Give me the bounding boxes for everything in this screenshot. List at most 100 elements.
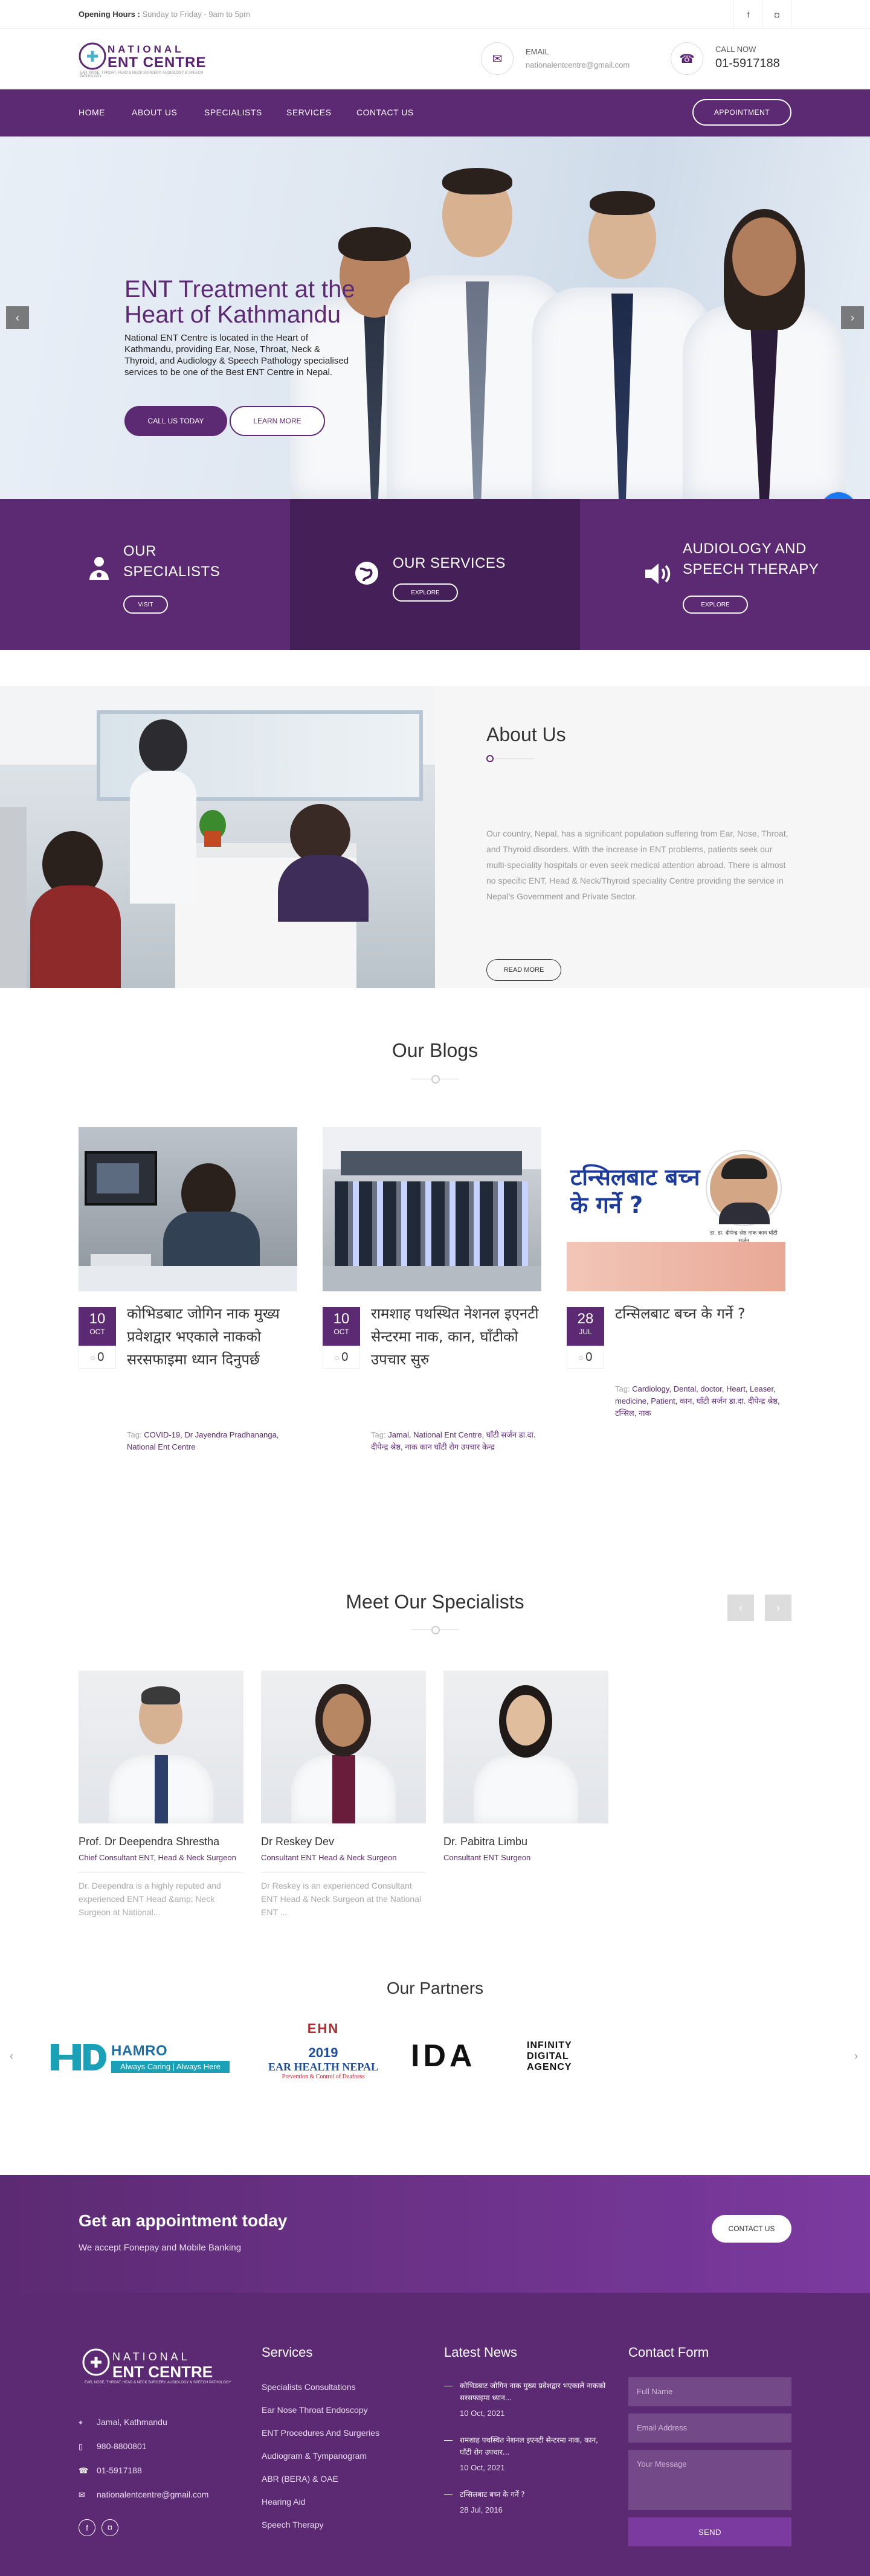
specialist-card[interactable]: Dr. Pabitra Limbu Consultant ENT Surgeon bbox=[443, 1671, 608, 1864]
about-photo bbox=[0, 686, 435, 988]
feature-title: OUR SERVICES bbox=[393, 555, 506, 571]
news-item[interactable]: रामशाह पथस्थित नेशनल इएनटी सेन्टरमा नाक,… bbox=[444, 2434, 607, 2472]
blog-date: 10 OCT bbox=[323, 1307, 360, 1346]
about-section: About Us Our country, Nepal, has a signi… bbox=[0, 686, 870, 988]
blog-image[interactable]: टन्सिलबाट बच्न के गर्ने ? डा. डा. दीपेन्… bbox=[567, 1127, 785, 1291]
hero-prev-arrow[interactable]: ‹ bbox=[6, 306, 29, 329]
footer-service-link[interactable]: Hearing Aid bbox=[262, 2497, 305, 2507]
nav-contact-us[interactable]: CONTACT US bbox=[356, 108, 414, 117]
comment-count: ◌ 0 bbox=[323, 1346, 360, 1369]
specialist-designation: Consultant ENT Head & Neck Surgeon bbox=[261, 1853, 397, 1862]
specialist-card[interactable]: Dr Reskey Dev Consultant ENT Head & Neck… bbox=[261, 1671, 426, 1919]
specialist-photo[interactable] bbox=[261, 1671, 426, 1823]
comment-icon: ◌ bbox=[90, 1352, 95, 1362]
opening-hours: Opening Hours : Sunday to Friday - 9am t… bbox=[79, 10, 250, 19]
blog-title[interactable]: रामशाह पथस्थित नेशनल इएनटी सेन्टरमा नाक,… bbox=[371, 1302, 540, 1371]
specialists-next-button[interactable]: › bbox=[765, 1595, 791, 1621]
footer-logo-icon[interactable] bbox=[82, 2348, 110, 2376]
brand-name[interactable]: ENT CENTRE bbox=[108, 54, 206, 71]
services-heading: Services bbox=[262, 2345, 313, 2360]
specialist-name[interactable]: Prof. Dr Deependra Shrestha bbox=[79, 1836, 243, 1848]
footer-service-link[interactable]: Specialists Consultations bbox=[262, 2382, 356, 2392]
news-item[interactable]: टन्सिलबाट बच्न के गर्ने ? 28 Jul, 2016 bbox=[444, 2488, 607, 2514]
specialists-section: Meet Our Specialists ‹ › Prof. Dr Deepen… bbox=[0, 1532, 870, 1979]
blog-title[interactable]: कोभिडबाट जोगिन नाक मुख्य प्रवेशद्वार भएक… bbox=[127, 1302, 296, 1371]
specialist-card[interactable]: Prof. Dr Deependra Shrestha Chief Consul… bbox=[79, 1671, 243, 1919]
footer-brand-top: NATIONAL bbox=[112, 2351, 190, 2363]
footer-brand-name: ENT CENTRE bbox=[112, 2363, 213, 2381]
appointment-title: Get an appointment today bbox=[79, 2211, 288, 2230]
blog-title[interactable]: टन्सिलबाट बच्न के गर्ने ? bbox=[615, 1302, 784, 1325]
blogs-title: Our Blogs bbox=[392, 1039, 478, 1061]
specialist-photo[interactable] bbox=[443, 1671, 608, 1823]
hero-title: ENT Treatment at the Heart of Kathmandu bbox=[124, 276, 355, 328]
email-address-input[interactable]: Email Address bbox=[628, 2414, 791, 2443]
footer-address: Jamal, Kathmandu bbox=[97, 2417, 167, 2427]
explore-button[interactable]: EXPLORE bbox=[683, 596, 748, 614]
contact-us-button[interactable]: CONTACT US bbox=[712, 2215, 791, 2243]
feature-title: OUR SPECIALISTS bbox=[123, 543, 221, 580]
footer-service-link[interactable]: Speech Therapy bbox=[262, 2520, 323, 2529]
footer-instagram-icon[interactable]: ◘ bbox=[102, 2519, 118, 2536]
blogs-section: Our Blogs 10 OCT ◌ 0 कोभिडबाट जोगिन नाक मु… bbox=[0, 988, 870, 1532]
blog-date: 28 JUL bbox=[567, 1307, 604, 1346]
learn-more-button[interactable]: LEARN MORE bbox=[230, 406, 325, 436]
visit-button[interactable]: VISIT bbox=[123, 596, 168, 614]
full-name-input[interactable]: Full Name bbox=[628, 2377, 791, 2406]
contact-form-heading: Contact Form bbox=[628, 2345, 709, 2360]
footer-brand-tagline: EAR, NOSE, THROAT, HEAD & NECK SURGERY, … bbox=[85, 2381, 231, 2385]
logo-icon[interactable] bbox=[79, 42, 106, 70]
doctor-figure bbox=[683, 185, 846, 499]
explore-button[interactable]: EXPLORE bbox=[393, 583, 458, 602]
send-button[interactable]: SEND bbox=[628, 2517, 791, 2546]
phone-icon: ☎ bbox=[79, 2466, 89, 2475]
feature-audiology[interactable]: AUDIOLOGY AND SPEECH THERAPY EXPLORE bbox=[580, 499, 870, 650]
specialist-photo[interactable] bbox=[79, 1671, 243, 1823]
comment-count: ◌ 0 bbox=[567, 1346, 604, 1369]
blog-tags: Tag: Cardiology, Dental, doctor, Heart, … bbox=[615, 1384, 780, 1418]
footer-service-link[interactable]: ENT Procedures And Surgeries bbox=[262, 2428, 379, 2438]
nav-home[interactable]: HOME bbox=[79, 108, 105, 117]
footer-service-link[interactable]: Audiogram & Tympanogram bbox=[262, 2451, 367, 2461]
partner-hamro-doctor-logo[interactable]: HAMRO DOCTOR Always Caring | Always Here bbox=[48, 2039, 230, 2076]
call-value[interactable]: 01-5917188 bbox=[715, 57, 780, 71]
appointment-button[interactable]: APPOINTMENT bbox=[692, 99, 791, 126]
blog-image[interactable] bbox=[79, 1127, 297, 1291]
footer-phone-2[interactable]: 01-5917188 bbox=[97, 2465, 142, 2475]
globe-icon bbox=[354, 560, 379, 586]
specialist-bio: Dr Reskey is an experienced Consultant E… bbox=[261, 1872, 426, 1919]
nav-services[interactable]: SERVICES bbox=[286, 108, 332, 117]
hero-next-arrow[interactable]: › bbox=[841, 306, 864, 329]
partner-ear-health-nepal-logo[interactable]: EHN 2019 EAR HEALTH NEPAL Prevention & C… bbox=[254, 2021, 393, 2093]
partner-infinity-digital-agency-logo[interactable]: IDA INFINITY DIGITAL AGENCY bbox=[411, 2039, 592, 2075]
footer-service-link[interactable]: ABR (BERA) & OAE bbox=[262, 2474, 338, 2484]
feature-services[interactable]: OUR SERVICES EXPLORE bbox=[290, 499, 580, 650]
partners-next-arrow[interactable]: › bbox=[854, 2050, 858, 2063]
specialists-prev-button[interactable]: ‹ bbox=[727, 1595, 754, 1621]
call-us-button[interactable]: CALL US TODAY bbox=[124, 406, 227, 436]
footer-email[interactable]: nationalentcentre@gmail.com bbox=[97, 2490, 208, 2499]
partners-prev-arrow[interactable]: ‹ bbox=[10, 2050, 13, 2063]
message-textarea[interactable]: Your Message bbox=[628, 2450, 791, 2510]
about-text: Our country, Nepal, has a significant po… bbox=[486, 829, 788, 901]
footer-service-link[interactable]: Ear Nose Throat Endoscopy bbox=[262, 2405, 368, 2415]
instagram-icon[interactable]: ◘ bbox=[762, 0, 791, 29]
footer-phone-1[interactable]: 980-8800801 bbox=[97, 2441, 147, 2451]
nav-about-us[interactable]: ABOUT US bbox=[132, 108, 177, 117]
read-more-button[interactable]: READ MORE bbox=[486, 959, 561, 981]
nav-specialists[interactable]: SPECIALISTS bbox=[204, 108, 262, 117]
feature-title: AUDIOLOGY AND SPEECH THERAPY bbox=[683, 541, 819, 577]
facebook-icon[interactable]: f bbox=[733, 0, 762, 29]
hero-slider: ENT Treatment at the Heart of Kathmandu … bbox=[0, 137, 870, 499]
feature-specialists[interactable]: OUR SPECIALISTS VISIT bbox=[0, 499, 290, 650]
specialist-name[interactable]: Dr Reskey Dev bbox=[261, 1836, 426, 1848]
news-item[interactable]: कोभिडबाट जोगिन नाक मुख्य प्रवेशद्वार भएक… bbox=[444, 2380, 607, 2418]
doctors-icon bbox=[86, 554, 112, 581]
main-nav: HOME ABOUT US SPECIALISTS SERVICES CONTA… bbox=[0, 89, 870, 137]
feature-strip: OUR SPECIALISTS VISIT OUR SERVICES EXPLOR… bbox=[0, 499, 870, 650]
hero-text: National ENT Centre is located in the He… bbox=[124, 333, 349, 377]
specialist-name[interactable]: Dr. Pabitra Limbu bbox=[443, 1836, 608, 1848]
email-value[interactable]: nationalentcentre@gmail.com bbox=[526, 60, 630, 69]
footer-facebook-icon[interactable]: f bbox=[79, 2519, 95, 2536]
blog-image[interactable] bbox=[323, 1127, 541, 1291]
